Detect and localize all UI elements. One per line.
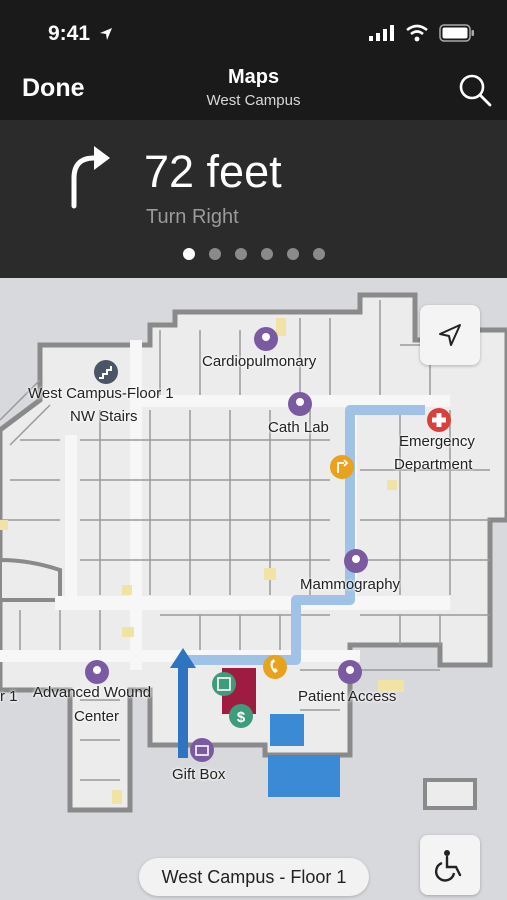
label-cardiopulmonary[interactable]: Cardiopulmonary (202, 353, 316, 370)
cellular-signal-icon (369, 25, 394, 41)
label-gift-box[interactable]: Gift Box (172, 766, 225, 783)
page-title: Maps (227, 66, 280, 88)
page-subtitle: West Campus (206, 92, 301, 109)
nav-title-group: Maps West Campus (0, 66, 507, 109)
battery-icon (439, 24, 474, 42)
floor-plan: $ (0, 292, 507, 813)
turn-right-arrow-icon (71, 146, 110, 209)
step-page-indicator[interactable] (0, 248, 507, 260)
step-dot[interactable] (234, 248, 247, 260)
navigation-bar: Done Maps West Campus (0, 62, 507, 120)
gift-shop-icon[interactable] (190, 738, 214, 762)
label-advanced-wound-center[interactable]: Center (74, 708, 119, 725)
label-department[interactable]: Department (394, 456, 472, 473)
step-dot[interactable] (312, 248, 325, 260)
map-pin-icon[interactable] (338, 660, 362, 684)
search-icon[interactable] (457, 72, 493, 108)
wifi-icon (406, 24, 428, 42)
step-dot[interactable] (260, 248, 273, 260)
label-advanced-wound[interactable]: Advanced Wound (33, 684, 151, 701)
label-emergency[interactable]: Emergency (399, 433, 475, 450)
map-pin-icon[interactable] (254, 327, 278, 351)
label-mammography[interactable]: Mammography (300, 576, 400, 593)
accessibility-route-button[interactable] (420, 835, 480, 895)
map-pin-icon[interactable] (344, 549, 368, 573)
status-bar: 9:41 (0, 0, 507, 62)
phone-icon[interactable] (263, 655, 287, 679)
step-dot[interactable] (182, 248, 195, 260)
map-pin-icon[interactable] (85, 660, 109, 684)
label-patient-access[interactable]: Patient Access (298, 688, 396, 705)
atm-dollar-icon[interactable]: $ (229, 704, 253, 728)
map-pin-icon[interactable] (288, 392, 312, 416)
navigation-arrow-icon (439, 324, 461, 346)
status-time: 9:41 (48, 22, 91, 45)
label-left-partial[interactable]: r 1 (0, 688, 18, 705)
floor-map[interactable]: $ Cardiopulmonary West Campus-Floor 1 NW… (0, 278, 507, 900)
label-cath-lab[interactable]: Cath Lab (268, 419, 329, 436)
stairs-icon[interactable] (94, 360, 118, 384)
emergency-icon[interactable] (427, 408, 451, 432)
label-nw-stairs[interactable]: NW Stairs (70, 408, 138, 425)
floor-selector[interactable]: West Campus - Floor 1 (139, 858, 369, 896)
turn-distance: 72 feet (144, 146, 282, 197)
elevator-icon[interactable] (212, 672, 236, 696)
turn-instruction: Turn Right (146, 206, 239, 228)
direction-panel[interactable]: 72 feet Turn Right (0, 120, 507, 278)
svg-text:$: $ (237, 709, 246, 726)
step-dot[interactable] (208, 248, 221, 260)
recenter-location-button[interactable] (420, 305, 480, 365)
label-west-campus-floor[interactable]: West Campus-Floor 1 (28, 385, 174, 402)
restroom-icon[interactable] (330, 455, 354, 479)
location-arrow-icon (100, 28, 112, 40)
step-dot[interactable] (286, 248, 299, 260)
wheelchair-icon (434, 850, 462, 882)
